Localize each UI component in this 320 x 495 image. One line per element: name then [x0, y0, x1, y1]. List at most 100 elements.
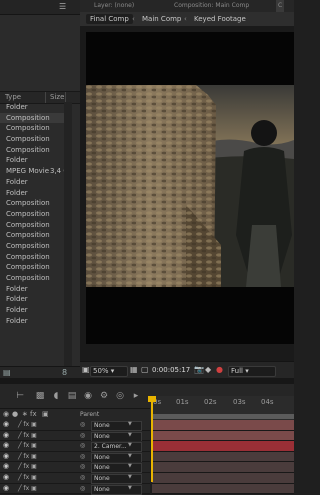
eye-visibility-icon[interactable]: ◉	[3, 431, 9, 441]
resolution-dropdown[interactable]: Full ▾	[228, 366, 276, 377]
eye-visibility-icon[interactable]: ◉	[3, 473, 9, 483]
project-item-row[interactable]: Composition	[0, 209, 64, 220]
pickwhip-icon[interactable]: ◎	[80, 441, 85, 451]
project-item-type: Folder	[6, 295, 28, 304]
project-item-row[interactable]: Composition	[0, 230, 64, 241]
chevron-down-icon: ▼	[128, 442, 132, 449]
eye-visibility-icon[interactable]: ◉	[3, 420, 9, 430]
type-column-header[interactable]: Type	[5, 93, 21, 101]
eye-visibility-icon[interactable]: ◉	[3, 462, 9, 472]
layer-viewer-tab[interactable]: Layer: (none)	[94, 0, 134, 12]
project-scrollbar[interactable]	[64, 102, 72, 368]
project-item-row[interactable]: Folder	[0, 102, 64, 113]
always-preview-icon[interactable]: ▣	[82, 365, 90, 374]
timeline-layer-row[interactable]: ◉ ╱ fx ▣ ◎ None ▼	[0, 462, 150, 474]
project-item-row[interactable]: Composition	[0, 241, 64, 252]
pickwhip-icon[interactable]: ◎	[80, 484, 85, 494]
pickwhip-icon[interactable]: ◎	[80, 452, 85, 462]
chevron-down-icon: ▼	[128, 484, 132, 491]
pickwhip-icon[interactable]: ◎	[80, 431, 85, 441]
project-item-row[interactable]: Composition	[0, 220, 64, 231]
project-item-row[interactable]: Folder	[0, 316, 64, 327]
channel-icon[interactable]: ●	[216, 365, 223, 374]
project-item-row[interactable]: Folder	[0, 177, 64, 188]
parent-column-header[interactable]: Parent	[80, 411, 99, 418]
motion-blur-icon[interactable]: ◉	[82, 391, 94, 401]
eye-visibility-icon[interactable]: ◉	[3, 452, 9, 462]
work-area-bar[interactable]	[152, 414, 294, 419]
draft-3d-icon[interactable]: ▩	[34, 391, 46, 401]
project-item-row[interactable]: Composition	[0, 145, 64, 156]
layer-duration-bar[interactable]	[152, 420, 294, 431]
comp-mini-flowchart-icon[interactable]: ⊢	[14, 391, 26, 401]
timeline-layer-row[interactable]: ◉ ╱ fx ▣ ◎ None ▼	[0, 420, 150, 431]
project-item-row[interactable]: Composition	[0, 262, 64, 273]
timeline-layer-row[interactable]: ◉ ╱ fx ▣ ◎ None ▼	[0, 483, 150, 495]
brainstorm-icon[interactable]: ◎	[114, 391, 126, 401]
layer-switches[interactable]: ╱ fx ▣	[18, 473, 37, 483]
pickwhip-icon[interactable]: ◎	[80, 462, 85, 472]
layer-switches[interactable]: ╱ fx ▣	[18, 462, 37, 472]
project-item-row[interactable]: Composition	[0, 123, 64, 134]
project-item-row[interactable]: Folder	[0, 155, 64, 166]
project-item-row[interactable]: Folder	[0, 305, 64, 316]
layer-switches[interactable]: ╱ fx ▣	[18, 420, 37, 430]
layer-duration-bar[interactable]	[152, 430, 294, 442]
parent-dropdown[interactable]: None	[91, 421, 142, 431]
show-snapshot-icon[interactable]: ◆	[205, 365, 211, 374]
project-item-row[interactable]: Folder	[0, 294, 64, 305]
pickwhip-icon[interactable]: ◎	[80, 420, 85, 430]
extra-viewer-tab[interactable]: C	[276, 0, 285, 12]
nav-tab-keyed-footage[interactable]: Keyed Footage	[190, 14, 250, 24]
eye-visibility-icon[interactable]: ◉	[3, 484, 9, 494]
layer-duration-bar[interactable]	[152, 483, 294, 495]
current-time-indicator[interactable]	[151, 396, 153, 482]
timeline-layer-list: ◉ ╱ fx ▣ ◎ None ▼ ◉ ╱ fx ▣ ◎ None ▼ ◉ ╱ fx ▣ ◎ 2. Cam…	[0, 420, 150, 495]
bit-depth-icon[interactable]: 8	[62, 368, 67, 377]
parent-dropdown[interactable]: None	[91, 463, 142, 474]
layer-switches[interactable]: ╱ fx ▣	[18, 441, 37, 451]
eye-visibility-icon[interactable]: ◉	[3, 441, 9, 451]
project-item-row[interactable]: MPEG Movie3,4 G	[0, 166, 64, 177]
magnification-dropdown[interactable]: 50% ▾	[90, 366, 128, 377]
panel-menu-icon[interactable]: ☰	[59, 2, 69, 11]
project-item-row[interactable]: Composition	[0, 252, 64, 263]
shy-layers-icon[interactable]: ◖	[50, 391, 62, 401]
layer-switches[interactable]: ╱ fx ▣	[18, 484, 37, 494]
timeline-layer-row[interactable]: ◉ ╱ fx ▣ ◎ None ▼	[0, 430, 150, 442]
parent-dropdown[interactable]: 2. Camer...	[91, 442, 142, 453]
parent-dropdown[interactable]: None	[91, 431, 142, 442]
timeline-layer-row[interactable]: ◉ ╱ fx ▣ ◎ 2. Camer... ▼	[0, 441, 150, 453]
nav-tab-final-comp[interactable]: Final Comp	[86, 14, 133, 24]
layer-duration-bar[interactable]	[152, 462, 294, 473]
chevron-left-icon: ‹	[132, 15, 135, 23]
size-column-header[interactable]: Size	[50, 93, 64, 101]
mask-icon[interactable]: ▢	[141, 365, 149, 374]
comp-viewer-tab[interactable]: Composition: Main Comp	[174, 0, 249, 12]
parent-dropdown[interactable]: None	[91, 452, 142, 463]
project-item-type: Composition	[6, 113, 50, 122]
frame-blending-icon[interactable]: ▤	[66, 391, 78, 401]
layer-switches[interactable]: ╱ fx ▣	[18, 452, 37, 462]
parent-dropdown[interactable]: None	[91, 484, 142, 495]
project-item-row[interactable]: Composition	[0, 134, 64, 145]
project-item-row[interactable]: Folder	[0, 188, 64, 199]
snapshot-icon[interactable]: 📷	[194, 365, 204, 374]
project-item-row[interactable]: Folder	[0, 284, 64, 295]
layer-switches[interactable]: ╱ fx ▣	[18, 431, 37, 441]
pickwhip-icon[interactable]: ◎	[80, 473, 85, 483]
project-item-row[interactable]: Composition	[0, 112, 64, 124]
live-update-icon[interactable]: ▸	[130, 391, 142, 401]
timeline-layer-row[interactable]: ◉ ╱ fx ▣ ◎ None ▼	[0, 451, 150, 463]
grid-icon[interactable]: ▦	[130, 365, 138, 374]
layer-duration-bar[interactable]	[152, 441, 294, 452]
interpret-footage-icon[interactable]: ▤	[3, 368, 11, 377]
parent-dropdown[interactable]: None	[91, 473, 142, 484]
layer-duration-bar[interactable]	[152, 451, 294, 463]
graph-editor-icon[interactable]: ⚙	[98, 391, 110, 401]
parent-value: None	[94, 422, 110, 429]
project-item-row[interactable]: Composition	[0, 198, 64, 209]
project-item-row[interactable]: Composition	[0, 273, 64, 284]
nav-tab-main-comp[interactable]: Main Comp	[138, 14, 185, 24]
timecode-display[interactable]: 0:00:05:17	[152, 366, 190, 374]
